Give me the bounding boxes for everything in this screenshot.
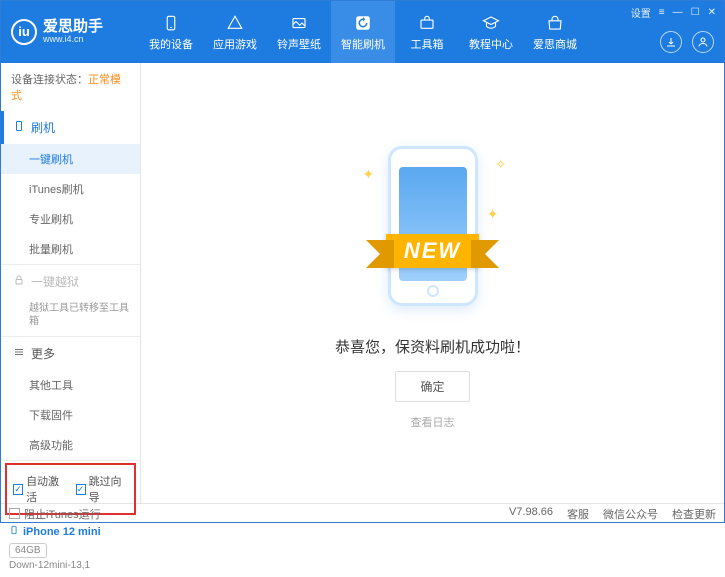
menu-icon	[13, 346, 25, 361]
nav-ringtones-wallpapers[interactable]: 铃声壁纸	[267, 1, 331, 63]
footer-link-wechat[interactable]: 微信公众号	[603, 506, 658, 522]
nav-label: 铃声壁纸	[277, 36, 321, 52]
nav-label: 应用游戏	[213, 36, 257, 52]
jailbreak-note: 越狱工具已转移至工具箱	[1, 298, 140, 336]
download-button[interactable]	[660, 31, 682, 53]
phone-icon	[13, 120, 25, 135]
app-title: 爱思助手	[43, 19, 103, 36]
user-button[interactable]	[692, 31, 714, 53]
close-icon[interactable]: ✕	[708, 7, 716, 18]
sidebar-section-jailbreak: 一键越狱	[1, 265, 140, 298]
nav-tabs: 我的设备 应用游戏 铃声壁纸 智能刷机 工具箱 教程中心 爱思商城	[139, 1, 587, 63]
logo-area: iu 爱思助手 www.i4.cn	[11, 19, 139, 45]
store-icon	[545, 13, 565, 33]
checkbox-icon: ✓	[76, 484, 86, 495]
checkbox-auto-activate[interactable]: ✓ 自动激活	[13, 473, 66, 505]
sidebar-item-onekey-flash[interactable]: 一键刷机	[1, 144, 140, 174]
nav-label: 我的设备	[149, 36, 193, 52]
sidebar-section-more[interactable]: 更多	[1, 337, 140, 370]
sidebar-item-pro-flash[interactable]: 专业刷机	[1, 204, 140, 234]
sidebar-item-download-firmware[interactable]: 下载固件	[1, 400, 140, 430]
sidebar-item-other-tools[interactable]: 其他工具	[1, 370, 140, 400]
device-firmware: Down-12mini-13,1	[9, 560, 132, 571]
nav-tutorials[interactable]: 教程中心	[459, 1, 523, 63]
section-title: 更多	[31, 345, 55, 362]
section-title: 刷机	[31, 119, 55, 136]
success-message: 恭喜您，保资料刷机成功啦！	[335, 336, 530, 357]
block-itunes-label: 阻止iTunes运行	[24, 506, 101, 522]
toolbox-icon	[417, 13, 437, 33]
nav-smart-flash[interactable]: 智能刷机	[331, 1, 395, 63]
checkbox-block-itunes[interactable]	[9, 508, 20, 519]
logo-icon: iu	[11, 19, 37, 45]
device-name[interactable]: iPhone 12 mini	[9, 523, 132, 540]
minimize-icon[interactable]: —	[673, 7, 683, 18]
sidebar-item-advanced[interactable]: 高级功能	[1, 430, 140, 460]
phone-icon	[388, 146, 478, 306]
connection-status: 设备连接状态：正常模式	[1, 63, 140, 111]
new-ribbon: NEW	[353, 231, 513, 271]
main-content: ✦ ✧ ✦ NEW 恭喜您，保资料刷机成功啦！ 确定 查看日志	[141, 63, 724, 503]
sidebar-item-itunes-flash[interactable]: iTunes刷机	[1, 174, 140, 204]
app-header: iu 爱思助手 www.i4.cn 我的设备 应用游戏 铃声壁纸 智能刷机 工具…	[1, 1, 724, 63]
success-illustration: ✦ ✧ ✦ NEW	[353, 136, 513, 316]
wallpaper-icon	[289, 13, 309, 33]
sidebar-section-flash[interactable]: 刷机	[1, 111, 140, 144]
section-title: 一键越狱	[31, 273, 79, 290]
device-icon	[161, 13, 181, 33]
tutorial-icon	[481, 13, 501, 33]
checkbox-label: 自动激活	[26, 473, 65, 505]
storage-badge: 64GB	[9, 543, 47, 558]
view-log-link[interactable]: 查看日志	[411, 414, 455, 430]
maximize-icon[interactable]: ☐	[691, 7, 700, 18]
refresh-icon	[353, 13, 373, 33]
nav-label: 工具箱	[411, 36, 444, 52]
nav-label: 爱思商城	[533, 36, 577, 52]
checkbox-icon: ✓	[13, 484, 23, 495]
nav-store[interactable]: 爱思商城	[523, 1, 587, 63]
nav-label: 智能刷机	[341, 36, 385, 52]
nav-apps-games[interactable]: 应用游戏	[203, 1, 267, 63]
apps-icon	[225, 13, 245, 33]
footer-link-support[interactable]: 客服	[567, 506, 589, 522]
sidebar: 设备连接状态：正常模式 刷机 一键刷机 iTunes刷机 专业刷机 批量刷机 一…	[1, 63, 141, 503]
nav-label: 教程中心	[469, 36, 513, 52]
window-controls: 设置 ≡ — ☐ ✕	[631, 5, 716, 20]
lock-icon	[13, 274, 25, 289]
menu-icon[interactable]: ≡	[659, 7, 665, 18]
ok-button[interactable]: 确定	[395, 371, 469, 402]
nav-toolbox[interactable]: 工具箱	[395, 1, 459, 63]
device-info: iPhone 12 mini 64GB Down-12mini-13,1	[1, 517, 140, 577]
sidebar-item-batch-flash[interactable]: 批量刷机	[1, 234, 140, 264]
settings-link[interactable]: 设置	[631, 5, 651, 20]
footer-link-update[interactable]: 检查更新	[672, 506, 716, 522]
checkbox-skip-setup[interactable]: ✓ 跳过向导	[76, 473, 129, 505]
nav-my-device[interactable]: 我的设备	[139, 1, 203, 63]
version-label: V7.98.66	[509, 506, 553, 522]
checkbox-label: 跳过向导	[89, 473, 128, 505]
app-subtitle: www.i4.cn	[43, 35, 103, 45]
device-icon	[9, 523, 19, 540]
